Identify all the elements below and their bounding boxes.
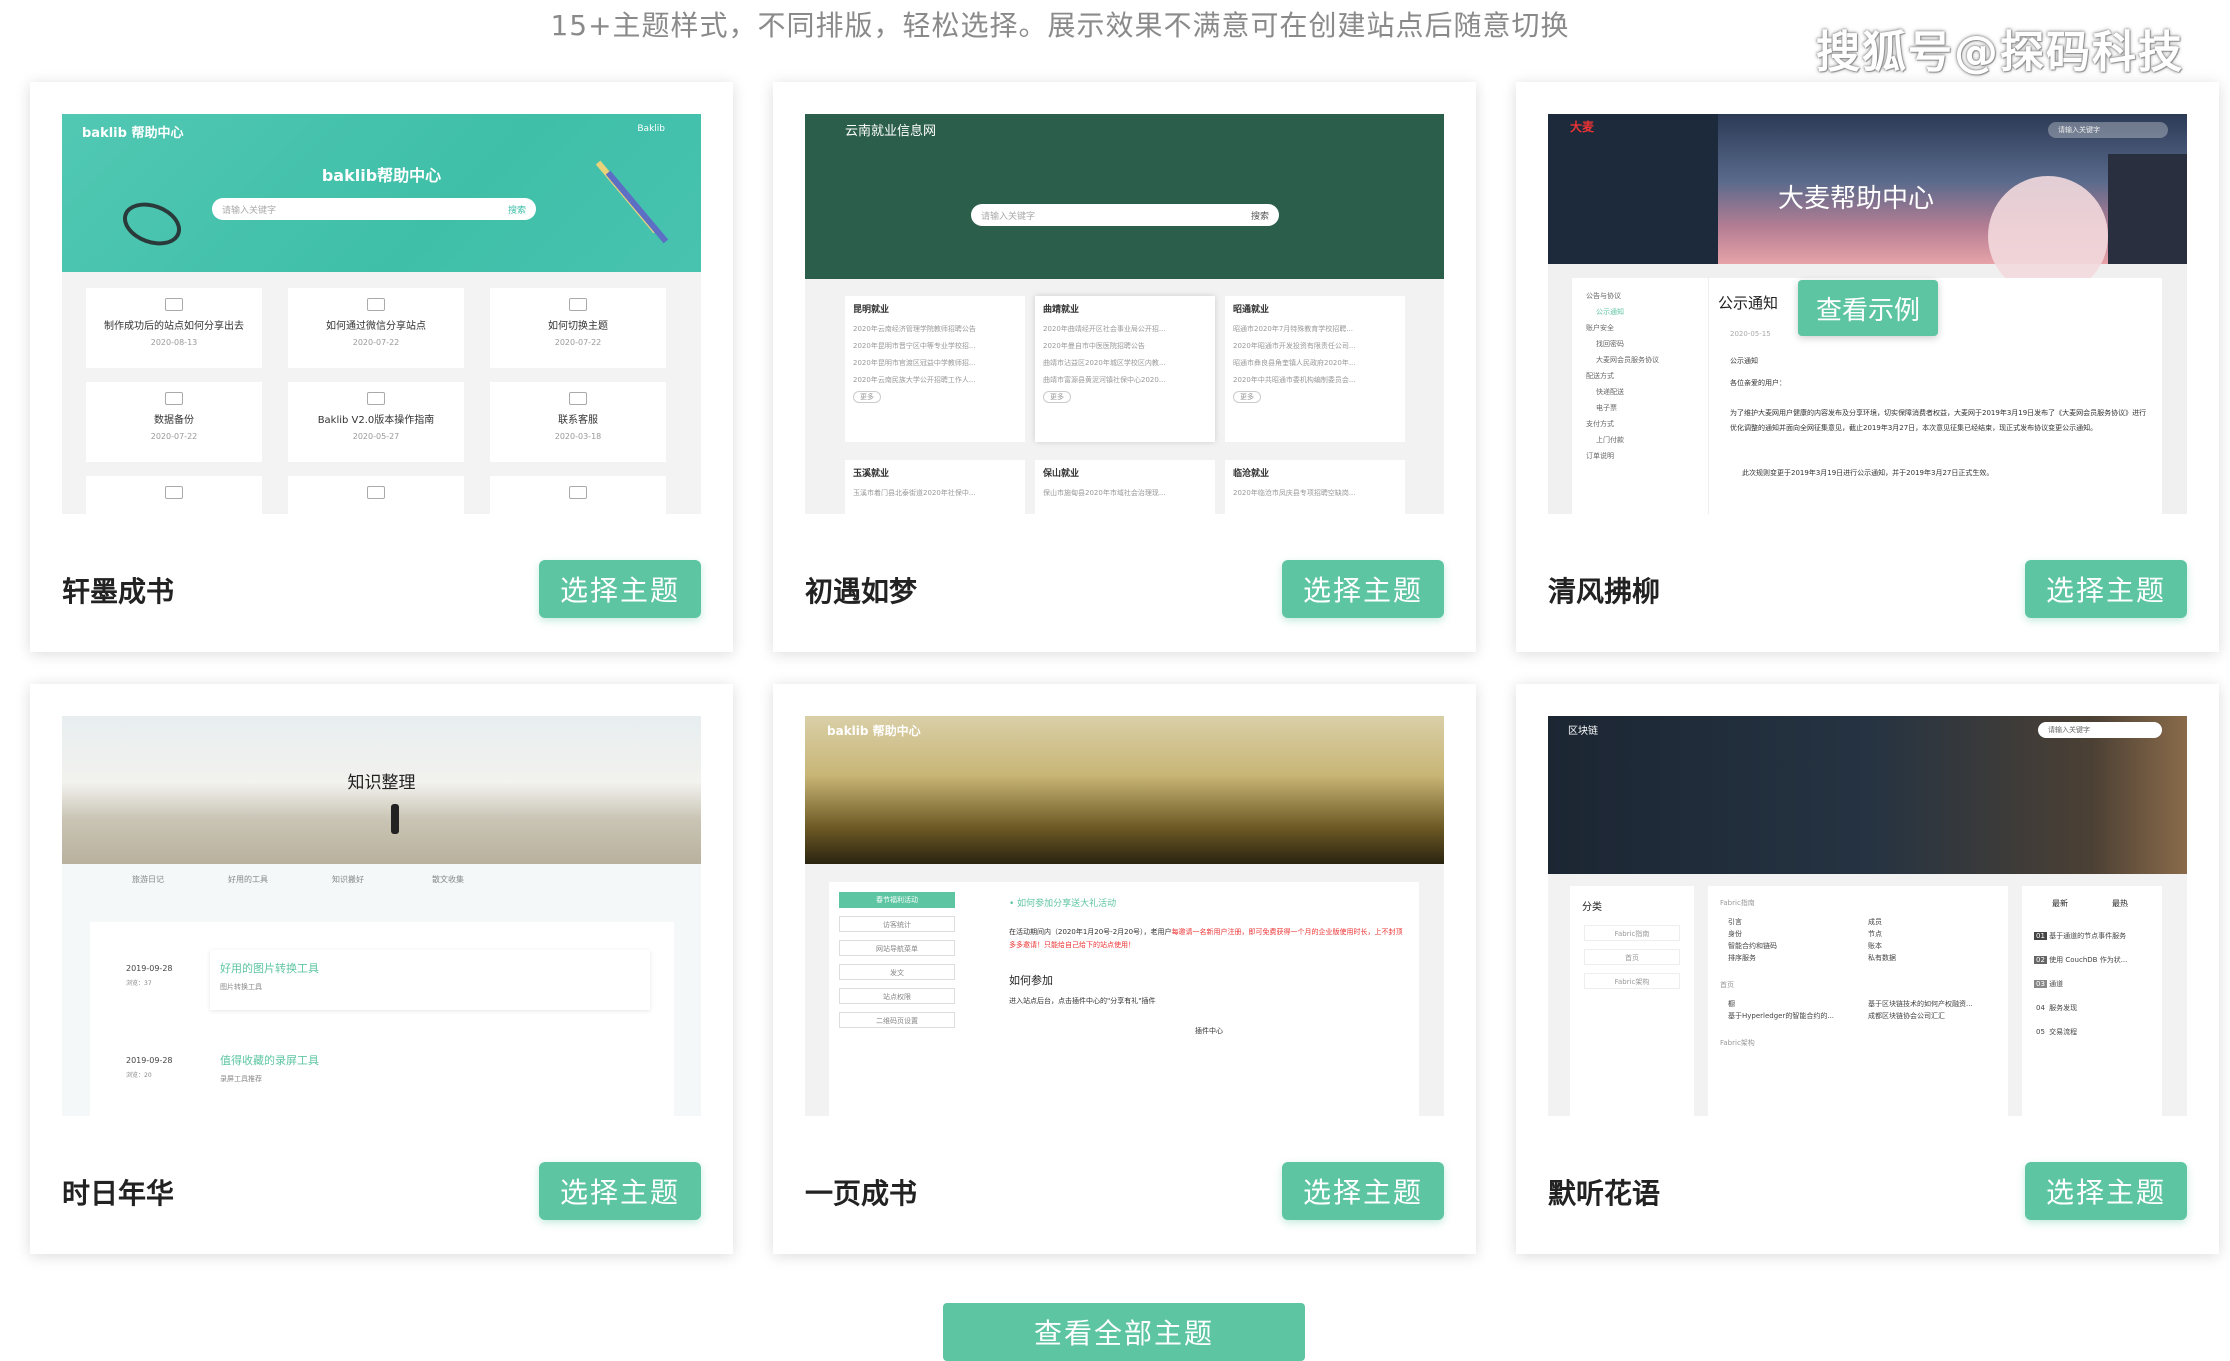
preview-column: 昆明就业 2020年云南经济管理学院教师招聘公告 2020年昆明市晋宁区中等专业… — [845, 296, 1025, 442]
theme-name: 一页成书 — [805, 1177, 918, 1210]
theme-name: 轩墨成书 — [62, 575, 175, 608]
theme-preview[interactable]: 区块链 请输入关键字 分类 Fabric指南 首页 Fabric架构 Fabri… — [1548, 716, 2187, 1116]
list-item: 好用的图片转换工具 图片转换工具 — [210, 950, 650, 1010]
preview-title: baklib帮助中心 — [321, 166, 442, 185]
view-example-button[interactable]: 查看示例 — [1798, 280, 1938, 336]
watermark: 搜狐号@探码科技 — [1816, 27, 2184, 78]
preview-tile: 联系客服 2020-03-18 — [490, 382, 666, 462]
theme-preview[interactable]: 知识整理 旅游日记 好用的工具 知识搬好 散文收集 2019-09-28 浏览：… — [62, 716, 701, 1116]
select-theme-button[interactable]: 选择主题 — [2025, 1162, 2187, 1220]
theme-preview[interactable]: 大麦 请输入关键字 大麦帮助中心 公告与协议 公示通知 账户安全 找回密码 大麦… — [1548, 114, 2187, 514]
preview-logo: 云南就业信息网 — [845, 124, 937, 139]
preview-title: 知识整理 — [347, 773, 416, 793]
preview-title: 大麦帮助中心 — [1778, 184, 1935, 214]
preview-logo: 大麦 — [1570, 120, 1595, 134]
select-theme-button[interactable]: 选择主题 — [539, 560, 701, 618]
theme-card[interactable]: 区块链 请输入关键字 分类 Fabric指南 首页 Fabric架构 Fabri… — [1516, 684, 2219, 1254]
preview-heading: 公示通知 — [1718, 294, 1779, 312]
preview-logo: baklib 帮助中心 — [827, 724, 921, 738]
theme-name: 时日年华 — [62, 1177, 175, 1210]
folder-icon — [367, 298, 385, 311]
preview-tile: 制作成功后的站点如何分享出去 2020-08-13 — [86, 288, 262, 368]
list-item: 值得收藏的录屏工具 录屏工具推荐 — [220, 1054, 319, 1083]
theme-card[interactable]: 知识整理 旅游日记 好用的工具 知识搬好 散文收集 2019-09-28 浏览：… — [30, 684, 733, 1254]
plugin-center: 插件中心 — [1195, 1027, 1223, 1035]
theme-card[interactable]: 大麦 请输入关键字 大麦帮助中心 公告与协议 公示通知 账户安全 找回密码 大麦… — [1516, 82, 2219, 652]
theme-preview[interactable]: 云南就业信息网 请输入关键字 搜索 昆明就业 2020年云南经济管理学院教师招聘… — [805, 114, 1444, 514]
preview-banner — [1548, 716, 2187, 874]
folder-icon — [367, 486, 385, 499]
preview-logo: baklib 帮助中心 — [82, 126, 184, 141]
preview-tile: Baklib V2.0版本操作指南 2020-05-27 — [288, 382, 464, 462]
preview-column: 玉溪就业 玉溪市着门县北泰街道2020年社保中... — [845, 460, 1025, 514]
theme-preview[interactable]: baklib 帮助中心 春节福利活动 访客统计 网站导航菜单 发文 站点权限 二… — [805, 716, 1444, 1116]
preview-tile: 如何切换主题 2020-07-22 — [490, 288, 666, 368]
preview-column: 曲靖就业 2020年曲靖经开区社会事业局公开招... 2020年曼自市中医医院招… — [1035, 296, 1215, 442]
select-theme-button[interactable]: 选择主题 — [1282, 560, 1444, 618]
select-theme-button[interactable]: 选择主题 — [2025, 560, 2187, 618]
folder-icon — [569, 392, 587, 405]
preview-column: 昭通就业 昭通市2020年7月特殊教育学校招聘... 2020年昭通市开发投资有… — [1225, 296, 1405, 442]
theme-name: 清风拂柳 — [1548, 575, 1661, 608]
theme-card[interactable]: baklib 帮助中心 春节福利活动 访客统计 网站导航菜单 发文 站点权限 二… — [773, 684, 1476, 1254]
select-theme-button[interactable]: 选择主题 — [1282, 1162, 1444, 1220]
theme-name: 初遇如梦 — [805, 575, 918, 608]
select-theme-button[interactable]: 选择主题 — [539, 1162, 701, 1220]
folder-icon — [569, 298, 587, 311]
preview-column: 保山就业 保山市施甸县2020年市域社会治理现... — [1035, 460, 1215, 514]
preview-search: 请输入关键字 — [2048, 122, 2168, 138]
folder-icon — [165, 298, 183, 311]
folder-icon — [367, 392, 385, 405]
page-subtitle: 15+主题样式，不同排版，轻松选择。展示效果不满意可在创建站点后随意切换 — [550, 9, 1570, 42]
glasses-icon — [116, 194, 188, 254]
preview-search: 请输入关键字 搜索 — [212, 198, 536, 220]
preview-sidebar: 春节福利活动 访客统计 网站导航菜单 发文 站点权限 二维码页设置 — [839, 892, 955, 1028]
person-figure — [391, 804, 399, 834]
preview-column: 临沧就业 2020年临沧市凤庆县专项招聘空缺岗... — [1225, 460, 1405, 514]
preview-search: 请输入关键字 搜索 — [971, 204, 1279, 226]
preview-tile: 如何通过微信分享站点 2020-07-22 — [288, 288, 464, 368]
theme-name: 默听花语 — [1548, 1177, 1661, 1210]
preview-sidebar: 公告与协议 公示通知 账户安全 找回密码 大麦网会员服务协议 配送方式 快递配送… — [1586, 292, 1659, 460]
folder-icon — [165, 486, 183, 499]
folder-icon — [165, 392, 183, 405]
preview-tabs: 旅游日记 好用的工具 知识搬好 散文收集 — [132, 875, 464, 884]
preview-search: 请输入关键字 — [2038, 722, 2162, 738]
folder-icon — [569, 486, 587, 499]
preview-tile: 数据备份 2020-07-22 — [86, 382, 262, 462]
preview-logo: 区块链 — [1568, 726, 1598, 737]
preview-top-right: Baklib — [637, 124, 665, 134]
theme-preview[interactable]: baklib 帮助中心 Baklib baklib帮助中心 请输入关键字 搜索 … — [62, 114, 701, 514]
theme-card[interactable]: 云南就业信息网 请输入关键字 搜索 昆明就业 2020年云南经济管理学院教师招聘… — [773, 82, 1476, 652]
theme-card[interactable]: baklib 帮助中心 Baklib baklib帮助中心 请输入关键字 搜索 … — [30, 82, 733, 652]
view-all-themes-button[interactable]: 查看全部主题 — [943, 1303, 1305, 1361]
